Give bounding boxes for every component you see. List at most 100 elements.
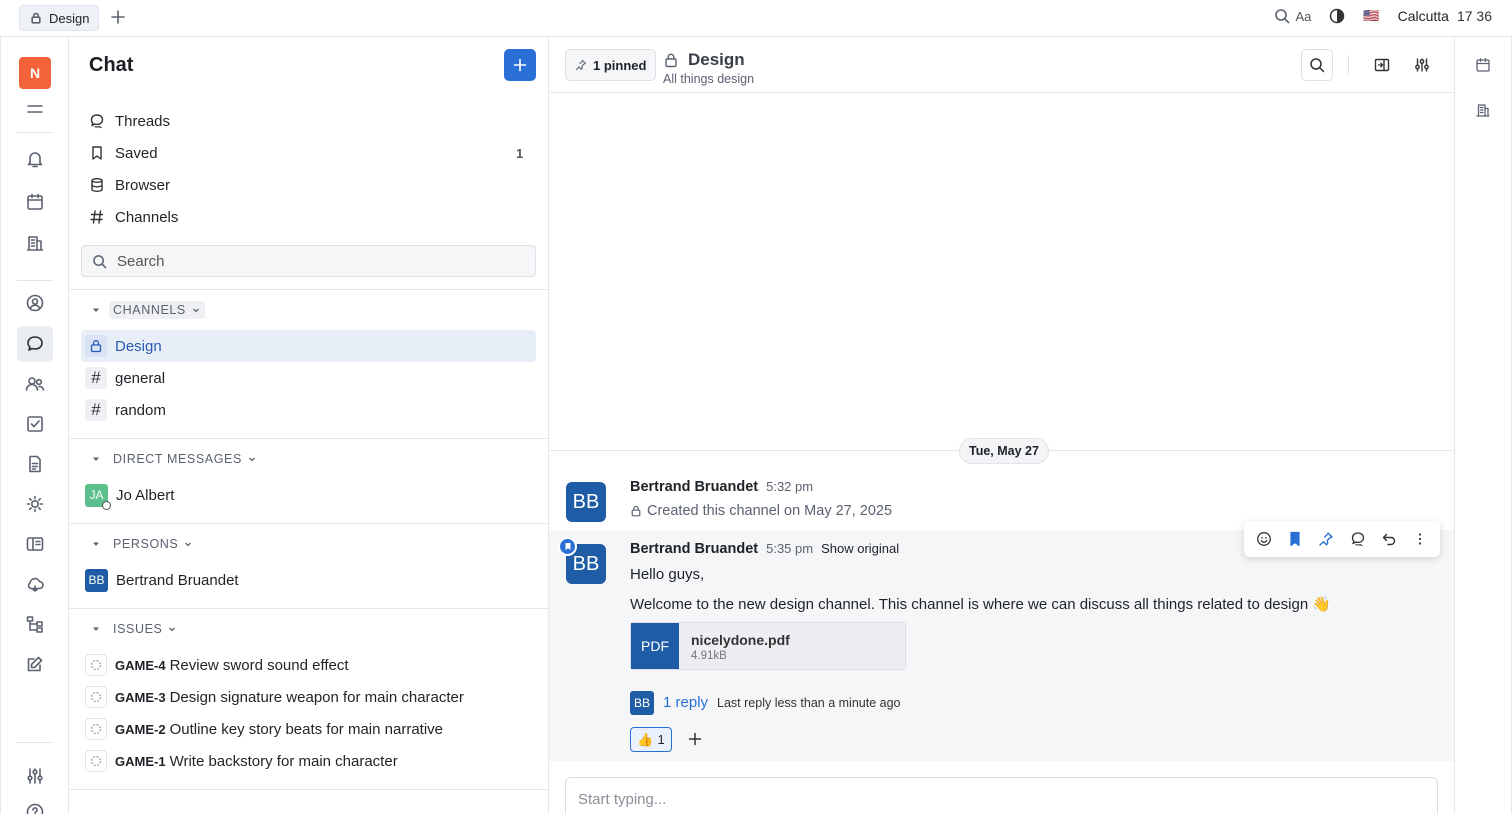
tab-design[interactable]: Design	[19, 5, 99, 31]
timezone-location[interactable]: Calcutta	[1398, 8, 1449, 24]
issues-section-header[interactable]: ISSUES	[91, 619, 181, 639]
office-building-icon[interactable]	[25, 233, 45, 253]
channels-section-header[interactable]: CHANNELS	[91, 300, 205, 320]
add-emoji-button[interactable]	[1252, 527, 1276, 551]
hierarchy-icon[interactable]	[25, 614, 45, 634]
pin-message-button[interactable]	[1314, 527, 1338, 551]
sidebar-title: Chat	[89, 54, 134, 76]
person-item-bertrand-bruandet[interactable]: BB Bertrand Bruandet	[81, 564, 536, 596]
new-tab-button[interactable]	[111, 10, 125, 24]
lock-icon	[630, 505, 642, 517]
workspace-avatar[interactable]: N	[19, 57, 51, 89]
team-icon[interactable]	[25, 374, 45, 394]
menu-icon[interactable]	[25, 99, 45, 119]
chevron-down-icon	[192, 308, 199, 313]
app-rail: N	[0, 37, 69, 814]
help-icon[interactable]	[25, 802, 45, 814]
collapse-triangle-icon	[93, 542, 99, 546]
reaction-thumbs-up[interactable]: 👍 1	[630, 727, 672, 752]
new-message-button[interactable]	[504, 49, 536, 81]
bell-icon[interactable]	[25, 149, 45, 169]
channel-description: All things design	[663, 72, 755, 86]
show-original-link[interactable]: Show original	[821, 541, 899, 556]
channel-item-general[interactable]: # general	[81, 362, 536, 394]
more-actions-button[interactable]	[1408, 527, 1432, 551]
message-author[interactable]: Bertrand Bruandet	[630, 541, 758, 557]
issue-title: Design signature weapon for main charact…	[169, 688, 464, 706]
issue-item[interactable]: GAME-4 Review sword sound effect	[81, 649, 536, 681]
nav-saved[interactable]: Saved	[89, 141, 158, 165]
hash-icon: #	[85, 399, 107, 421]
reply-count-link[interactable]: 1 reply	[663, 694, 708, 711]
calendar-icon[interactable]	[25, 192, 45, 212]
font-size-button[interactable]: Aa	[1296, 9, 1312, 24]
top-bar: Design Aa 🇺🇸 Calcutta 17 36	[0, 0, 1512, 36]
nav-channels[interactable]: Channels	[89, 205, 178, 229]
reply-in-thread-button[interactable]	[1346, 527, 1370, 551]
pinned-messages-button[interactable]: 1 pinned	[565, 49, 657, 81]
nav-browser[interactable]: Browser	[89, 173, 170, 197]
issue-title: Review sword sound effect	[169, 656, 349, 674]
lock-icon	[30, 12, 42, 24]
book-icon[interactable]	[25, 534, 45, 554]
bookmark-icon	[1288, 531, 1302, 547]
search-icon[interactable]	[1274, 8, 1290, 24]
chat-icon[interactable]	[25, 334, 45, 354]
system-text: Created this channel on May 27, 2025	[647, 503, 893, 519]
file-attachment[interactable]: PDF nicelydone.pdf 4.91kB	[630, 622, 906, 670]
channel-title[interactable]: Design	[663, 50, 745, 70]
settings-sliders-icon[interactable]	[25, 766, 45, 786]
calendar-icon[interactable]	[1475, 57, 1491, 73]
theme-toggle-icon[interactable]	[1329, 8, 1345, 24]
undo-reply-button[interactable]	[1377, 527, 1401, 551]
toggle-aside-button[interactable]	[1366, 49, 1398, 81]
issue-code: GAME-2	[115, 721, 166, 737]
save-message-button[interactable]	[1283, 527, 1307, 551]
issue-status-icon	[85, 718, 107, 740]
edit-icon[interactable]	[25, 654, 45, 674]
tasks-icon[interactable]	[25, 414, 45, 434]
sidebar-search[interactable]	[81, 245, 536, 277]
database-icon	[89, 177, 105, 193]
threads-icon	[1350, 531, 1366, 547]
cloud-icon[interactable]	[25, 574, 45, 594]
message-composer[interactable]	[565, 777, 1438, 814]
office-building-icon[interactable]	[1475, 102, 1491, 118]
issue-item[interactable]: GAME-3 Design signature weapon for main …	[81, 681, 536, 713]
issue-item[interactable]: GAME-1 Write backstory for main characte…	[81, 745, 536, 777]
document-icon[interactable]	[25, 454, 45, 474]
file-name: nicelydone.pdf	[691, 632, 790, 648]
channels-header-label: CHANNELS	[113, 303, 186, 317]
chat-panel: 1 pinned Design All things design Tue, M…	[549, 37, 1454, 814]
channel-settings-button[interactable]	[1406, 49, 1438, 81]
pdf-file-icon: PDF	[631, 623, 679, 669]
channel-name: random	[115, 401, 166, 419]
direct-messages-section-header[interactable]: DIRECT MESSAGES	[91, 449, 261, 469]
last-reply-time: Last reply less than a minute ago	[717, 696, 901, 710]
contacts-icon[interactable]	[25, 293, 45, 313]
avatar[interactable]: BB	[566, 482, 606, 522]
issue-status-icon	[85, 750, 107, 772]
hashtag-icon	[89, 209, 105, 225]
message-text-line: Hello guys,	[630, 566, 705, 583]
collapse-triangle-icon	[93, 627, 99, 631]
issue-item[interactable]: GAME-2 Outline key story beats for main …	[81, 713, 536, 745]
add-reaction-button[interactable]	[688, 732, 702, 746]
avatar: BB	[630, 691, 654, 715]
issue-code: GAME-4	[115, 657, 166, 673]
nav-threads[interactable]: Threads	[89, 109, 170, 133]
emoji-icon	[1256, 531, 1272, 547]
search-input[interactable]	[117, 252, 517, 270]
channel-item-design[interactable]: Design	[81, 330, 536, 362]
avatar: JA	[85, 483, 111, 510]
channel-item-random[interactable]: # random	[81, 394, 536, 426]
chat-sidebar: Chat Threads Saved 1 Browser Channels Se…	[69, 37, 549, 814]
persons-section-header[interactable]: PERSONS	[91, 534, 197, 554]
message-author[interactable]: Bertrand Bruandet	[630, 479, 758, 495]
message-input[interactable]	[578, 791, 1378, 808]
language-flag-icon[interactable]: 🇺🇸	[1363, 8, 1379, 24]
dm-item-jo-albert[interactable]: JA Jo Albert	[81, 479, 536, 511]
nav-label: Threads	[115, 112, 171, 130]
search-messages-button[interactable]	[1301, 49, 1333, 81]
sun-icon[interactable]	[25, 494, 45, 514]
